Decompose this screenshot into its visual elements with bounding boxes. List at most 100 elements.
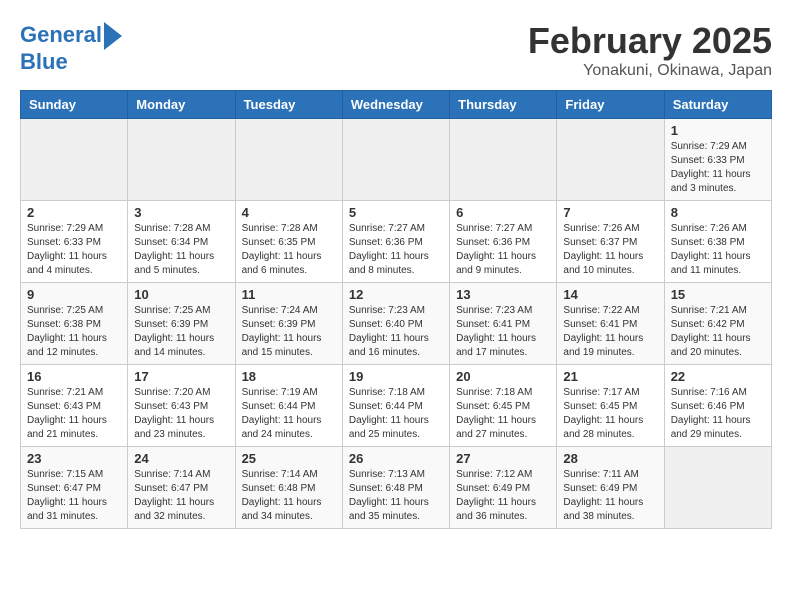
day-number: 1 [671, 123, 765, 138]
calendar-cell: 15Sunrise: 7:21 AM Sunset: 6:42 PM Dayli… [664, 283, 771, 365]
calendar-cell: 6Sunrise: 7:27 AM Sunset: 6:36 PM Daylig… [450, 201, 557, 283]
day-number: 8 [671, 205, 765, 220]
calendar-header-sunday: Sunday [21, 91, 128, 119]
calendar-cell: 4 Sunrise: 7:28 AM Sunset: 6:35 PM Daylig… [235, 201, 342, 283]
day-number: 13 [456, 287, 550, 302]
calendar-cell [557, 119, 664, 201]
logo: General Blue [20, 20, 122, 74]
day-number: 10 [134, 287, 228, 302]
day-number: 19 [349, 369, 443, 384]
day-info: Sunrise: 7:19 AM Sunset: 6:44 PM Dayligh… [242, 386, 336, 442]
day-info: Sunrise: 7:27 AM Sunset: 6:36 PM Dayligh… [456, 222, 550, 278]
calendar-cell [21, 119, 128, 201]
day-info: Sunrise: 7:22 AM Sunset: 6:41 PM Dayligh… [563, 304, 657, 360]
day-info: Sunrise: 7:26 AM Sunset: 6:37 PM Dayligh… [563, 222, 657, 278]
day-number: 18 [242, 369, 336, 384]
calendar-cell: 10 Sunrise: 7:25 AM Sunset: 6:39 PM Dayli… [128, 283, 235, 365]
calendar-cell: 16 Sunrise: 7:21 AM Sunset: 6:43 PM Dayli… [21, 365, 128, 447]
calendar-cell: 26 Sunrise: 7:13 AM Sunset: 6:48 PM Dayli… [342, 447, 449, 529]
location-title: Yonakuni, Okinawa, Japan [528, 62, 772, 80]
day-info: Sunrise: 7:20 AM Sunset: 6:43 PM Dayligh… [134, 386, 228, 442]
calendar-cell: 21 Sunrise: 7:17 AM Sunset: 6:45 PM Dayli… [557, 365, 664, 447]
day-info: Sunrise: 7:14 AM Sunset: 6:47 PM Dayligh… [134, 468, 228, 524]
calendar-week-5: 23 Sunrise: 7:15 AM Sunset: 6:47 PM Dayli… [21, 447, 772, 529]
calendar-cell: 11 Sunrise: 7:24 AM Sunset: 6:39 PM Dayli… [235, 283, 342, 365]
day-info: Sunrise: 7:28 AM Sunset: 6:35 PM Dayligh… [242, 222, 336, 278]
calendar-header-thursday: Thursday [450, 91, 557, 119]
day-info: Sunrise: 7:27 AM Sunset: 6:36 PM Dayligh… [349, 222, 443, 278]
day-number: 23 [27, 451, 121, 466]
page-header: General Blue February 2025 Yonakuni, Oki… [20, 20, 772, 80]
day-number: 28 [563, 451, 657, 466]
calendar-cell: 17 Sunrise: 7:20 AM Sunset: 6:43 PM Dayli… [128, 365, 235, 447]
calendar-cell: 2 Sunrise: 7:29 AM Sunset: 6:33 PM Daylig… [21, 201, 128, 283]
calendar-header-row: SundayMondayTuesdayWednesdayThursdayFrid… [21, 91, 772, 119]
calendar-cell: 12 Sunrise: 7:23 AM Sunset: 6:40 PM Dayli… [342, 283, 449, 365]
title-section: February 2025 Yonakuni, Okinawa, Japan [528, 20, 772, 80]
logo-text2: Blue [20, 50, 68, 74]
day-number: 16 [27, 369, 121, 384]
calendar-cell: 9Sunrise: 7:25 AM Sunset: 6:38 PM Daylig… [21, 283, 128, 365]
calendar-cell: 24 Sunrise: 7:14 AM Sunset: 6:47 PM Dayli… [128, 447, 235, 529]
calendar-cell: 13 Sunrise: 7:23 AM Sunset: 6:41 PM Dayli… [450, 283, 557, 365]
day-number: 20 [456, 369, 550, 384]
calendar-cell [128, 119, 235, 201]
day-number: 26 [349, 451, 443, 466]
month-title: February 2025 [528, 20, 772, 62]
calendar-header-tuesday: Tuesday [235, 91, 342, 119]
calendar-table: SundayMondayTuesdayWednesdayThursdayFrid… [20, 90, 772, 529]
day-number: 24 [134, 451, 228, 466]
day-number: 11 [242, 287, 336, 302]
day-number: 25 [242, 451, 336, 466]
day-info: Sunrise: 7:18 AM Sunset: 6:45 PM Dayligh… [456, 386, 550, 442]
calendar-cell [235, 119, 342, 201]
day-info: Sunrise: 7:26 AM Sunset: 6:38 PM Dayligh… [671, 222, 765, 278]
calendar-week-2: 2 Sunrise: 7:29 AM Sunset: 6:33 PM Daylig… [21, 201, 772, 283]
calendar-cell: 8 Sunrise: 7:26 AM Sunset: 6:38 PM Daylig… [664, 201, 771, 283]
calendar-cell: 18 Sunrise: 7:19 AM Sunset: 6:44 PM Dayli… [235, 365, 342, 447]
day-info: Sunrise: 7:18 AM Sunset: 6:44 PM Dayligh… [349, 386, 443, 442]
calendar-cell: 25 Sunrise: 7:14 AM Sunset: 6:48 PM Dayli… [235, 447, 342, 529]
day-number: 22 [671, 369, 765, 384]
day-info: Sunrise: 7:21 AM Sunset: 6:43 PM Dayligh… [27, 386, 121, 442]
calendar-cell: 22Sunrise: 7:16 AM Sunset: 6:46 PM Dayli… [664, 365, 771, 447]
day-number: 21 [563, 369, 657, 384]
day-number: 5 [349, 205, 443, 220]
logo-text: General [20, 23, 102, 47]
day-info: Sunrise: 7:15 AM Sunset: 6:47 PM Dayligh… [27, 468, 121, 524]
day-number: 15 [671, 287, 765, 302]
day-number: 7 [563, 205, 657, 220]
calendar-cell: 23 Sunrise: 7:15 AM Sunset: 6:47 PM Dayli… [21, 447, 128, 529]
calendar-cell: 27 Sunrise: 7:12 AM Sunset: 6:49 PM Dayli… [450, 447, 557, 529]
logo-arrow-icon [104, 22, 122, 50]
day-number: 2 [27, 205, 121, 220]
day-info: Sunrise: 7:25 AM Sunset: 6:38 PM Dayligh… [27, 304, 121, 360]
day-info: Sunrise: 7:14 AM Sunset: 6:48 PM Dayligh… [242, 468, 336, 524]
calendar-header-monday: Monday [128, 91, 235, 119]
day-info: Sunrise: 7:13 AM Sunset: 6:48 PM Dayligh… [349, 468, 443, 524]
day-number: 4 [242, 205, 336, 220]
calendar-cell: 3 Sunrise: 7:28 AM Sunset: 6:34 PM Daylig… [128, 201, 235, 283]
day-info: Sunrise: 7:23 AM Sunset: 6:40 PM Dayligh… [349, 304, 443, 360]
day-number: 27 [456, 451, 550, 466]
day-info: Sunrise: 7:28 AM Sunset: 6:34 PM Dayligh… [134, 222, 228, 278]
day-info: Sunrise: 7:29 AM Sunset: 6:33 PM Dayligh… [27, 222, 121, 278]
calendar-cell: 28 Sunrise: 7:11 AM Sunset: 6:49 PM Dayli… [557, 447, 664, 529]
day-info: Sunrise: 7:12 AM Sunset: 6:49 PM Dayligh… [456, 468, 550, 524]
day-info: Sunrise: 7:23 AM Sunset: 6:41 PM Dayligh… [456, 304, 550, 360]
day-info: Sunrise: 7:17 AM Sunset: 6:45 PM Dayligh… [563, 386, 657, 442]
day-info: Sunrise: 7:24 AM Sunset: 6:39 PM Dayligh… [242, 304, 336, 360]
day-info: Sunrise: 7:25 AM Sunset: 6:39 PM Dayligh… [134, 304, 228, 360]
day-info: Sunrise: 7:29 AM Sunset: 6:33 PM Dayligh… [671, 140, 765, 196]
calendar-cell: 14 Sunrise: 7:22 AM Sunset: 6:41 PM Dayli… [557, 283, 664, 365]
calendar-week-1: 1 Sunrise: 7:29 AM Sunset: 6:33 PM Daylig… [21, 119, 772, 201]
day-number: 12 [349, 287, 443, 302]
day-number: 14 [563, 287, 657, 302]
calendar-cell [450, 119, 557, 201]
day-info: Sunrise: 7:11 AM Sunset: 6:49 PM Dayligh… [563, 468, 657, 524]
day-number: 17 [134, 369, 228, 384]
calendar-cell: 20 Sunrise: 7:18 AM Sunset: 6:45 PM Dayli… [450, 365, 557, 447]
calendar-header-wednesday: Wednesday [342, 91, 449, 119]
day-number: 3 [134, 205, 228, 220]
calendar-cell: 1 Sunrise: 7:29 AM Sunset: 6:33 PM Daylig… [664, 119, 771, 201]
